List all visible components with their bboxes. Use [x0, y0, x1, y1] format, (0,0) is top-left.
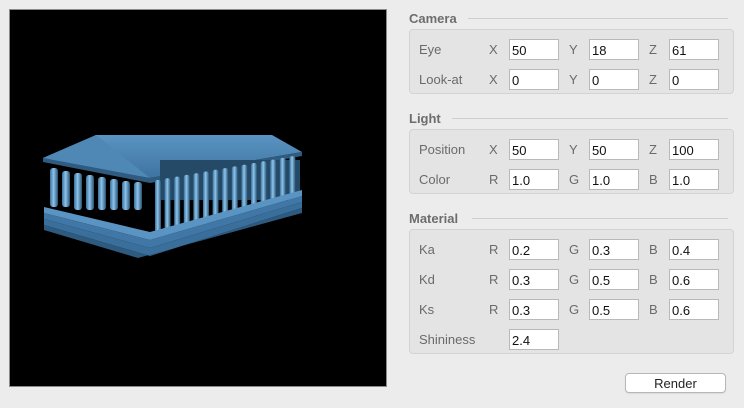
- temple-column: [122, 181, 130, 210]
- look-at-y-label: Y: [569, 72, 578, 87]
- temple-column: [74, 173, 82, 210]
- eye-x-label: X: [489, 42, 498, 57]
- ks-g-label: G: [569, 302, 580, 317]
- look-at-y-field[interactable]: 0: [589, 69, 639, 90]
- eye-z-field[interactable]: 61: [669, 39, 719, 60]
- temple-column: [50, 168, 58, 207]
- look-at-x-field[interactable]: 0: [509, 69, 559, 90]
- temple-column: [289, 156, 296, 195]
- temple-column: [203, 171, 209, 221]
- eye-x-field[interactable]: 50: [509, 39, 559, 60]
- temple-column: [174, 176, 181, 230]
- material-section-title: Material: [409, 210, 458, 226]
- temple-column: [86, 175, 94, 210]
- temple-column: [62, 171, 70, 207]
- temple-column: [183, 174, 190, 227]
- temple-column: [98, 177, 106, 210]
- position-row: Position X 50 Y 50 Z 100: [410, 139, 733, 161]
- color-b-field[interactable]: 1.0: [669, 169, 719, 190]
- temple-column: [251, 163, 257, 206]
- ka-b-field[interactable]: 0.4: [669, 239, 719, 260]
- ks-row: Ks R 0.3 G 0.5 B 0.6: [410, 299, 733, 321]
- temple-column: [241, 164, 248, 209]
- ka-r-field[interactable]: 0.2: [509, 239, 559, 260]
- ka-label: Ka: [419, 242, 435, 257]
- position-z-label: Z: [649, 142, 657, 157]
- kd-b-label: B: [649, 272, 658, 287]
- look-at-z-label: Z: [649, 72, 657, 87]
- light-group: Position X 50 Y 50 Z 100 Color R 1.0 G 1…: [409, 129, 734, 194]
- ka-b-label: B: [649, 242, 658, 257]
- color-g-field[interactable]: 1.0: [589, 169, 639, 190]
- render-button[interactable]: Render: [625, 373, 726, 393]
- render-viewport: [9, 9, 387, 387]
- shininess-field[interactable]: 2.4: [509, 329, 559, 350]
- position-x-label: X: [489, 142, 498, 157]
- color-b-label: B: [649, 172, 658, 187]
- shininess-label: Shininess: [419, 332, 476, 347]
- ka-row: Ka R 0.2 G 0.3 B 0.4: [410, 239, 733, 261]
- camera-group: Eye X 50 Y 18 Z 61 Look-at X 0 Y 0 Z 0: [409, 29, 734, 94]
- position-y-label: Y: [569, 142, 578, 157]
- back-colonnade: [160, 160, 300, 200]
- material-group: Ka R 0.2 G 0.3 B 0.4 Kd R 0.3 G 0.5 B 0.…: [409, 229, 734, 354]
- temple-column: [231, 166, 238, 212]
- position-label: Position: [419, 142, 466, 157]
- ks-b-label: B: [649, 302, 658, 317]
- color-label: Color: [419, 172, 451, 187]
- look-at-row: Look-at X 0 Y 0 Z 0: [410, 69, 733, 91]
- kd-b-field[interactable]: 0.6: [669, 269, 719, 290]
- color-r-field[interactable]: 1.0: [509, 169, 559, 190]
- color-r-label: R: [489, 172, 499, 187]
- ks-r-label: R: [489, 302, 499, 317]
- eye-z-label: Z: [649, 42, 657, 57]
- eye-row: Eye X 50 Y 18 Z 61: [410, 39, 733, 61]
- temple-column: [134, 182, 142, 210]
- temple-column: [270, 159, 277, 201]
- kd-r-label: R: [489, 272, 499, 287]
- temple-column: [193, 173, 200, 224]
- look-at-label: Look-at: [419, 72, 463, 87]
- camera-title: Camera: [409, 10, 457, 26]
- material-title: Material: [409, 210, 459, 226]
- eye-y-label: Y: [569, 42, 578, 57]
- light-title: Light: [409, 110, 441, 126]
- ka-g-field[interactable]: 0.3: [589, 239, 639, 260]
- ks-r-field[interactable]: 0.3: [509, 299, 559, 320]
- parthenon-render: [43, 135, 302, 258]
- divider: [452, 118, 728, 119]
- position-y-field[interactable]: 50: [589, 139, 639, 160]
- light-section-title: Light: [409, 110, 441, 126]
- temple-column: [155, 180, 161, 235]
- look-at-z-field[interactable]: 0: [669, 69, 719, 90]
- color-g-label: G: [569, 172, 580, 187]
- temple-column: [212, 169, 219, 218]
- temple-column: [279, 157, 286, 198]
- ka-r-label: R: [489, 242, 499, 257]
- temple-column: [164, 178, 171, 233]
- position-z-field[interactable]: 100: [669, 139, 719, 160]
- kd-label: Kd: [419, 272, 435, 287]
- temple-column: [260, 161, 267, 204]
- look-at-x-label: X: [489, 72, 498, 87]
- shininess-row: Shininess 2.4: [410, 329, 733, 351]
- divider: [468, 18, 728, 19]
- eye-y-field[interactable]: 18: [589, 39, 639, 60]
- divider: [472, 218, 728, 219]
- kd-row: Kd R 0.3 G 0.5 B 0.6: [410, 269, 733, 291]
- temple-column: [222, 168, 229, 215]
- temple-column: [110, 179, 118, 210]
- color-row: Color R 1.0 G 1.0 B 1.0: [410, 169, 733, 191]
- eye-label: Eye: [419, 42, 442, 57]
- kd-r-field[interactable]: 0.3: [509, 269, 559, 290]
- camera-section-title: Camera: [409, 10, 457, 26]
- ks-g-field[interactable]: 0.5: [589, 299, 639, 320]
- ka-g-label: G: [569, 242, 580, 257]
- position-x-field[interactable]: 50: [509, 139, 559, 160]
- kd-g-label: G: [569, 272, 580, 287]
- ks-b-field[interactable]: 0.6: [669, 299, 719, 320]
- kd-g-field[interactable]: 0.5: [589, 269, 639, 290]
- ks-label: Ks: [419, 302, 435, 317]
